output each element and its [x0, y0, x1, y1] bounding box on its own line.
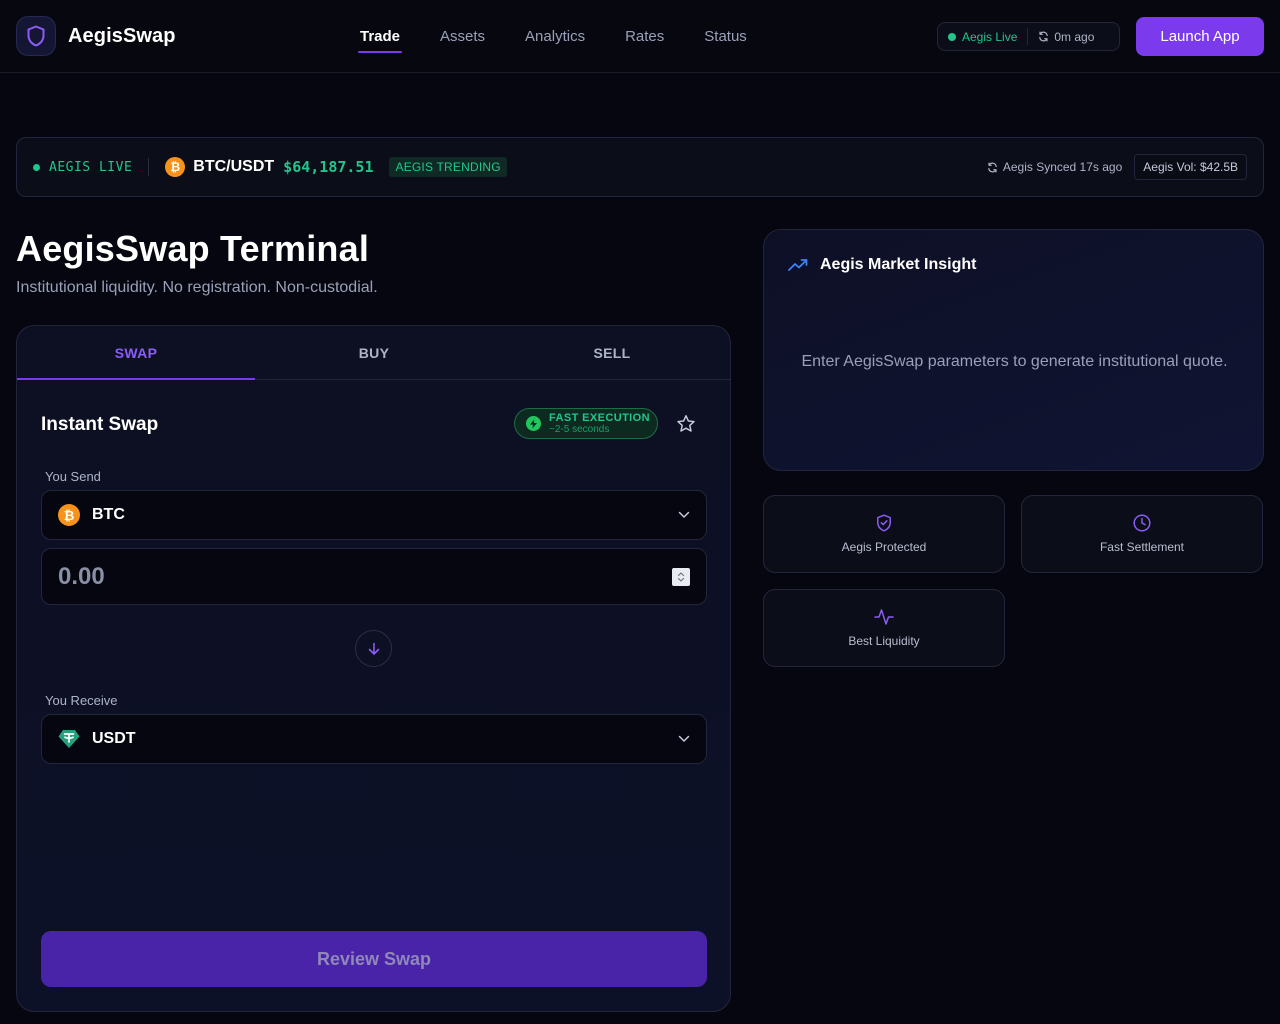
tab-buy[interactable]: BUY	[255, 326, 493, 379]
receive-asset-select[interactable]: USDT	[41, 714, 707, 764]
fast-execution-badge: FAST EXECUTION ~2-5 seconds	[514, 408, 658, 439]
clock-icon	[1133, 514, 1151, 532]
page-title: AegisSwap Terminal	[16, 228, 370, 269]
chevron-down-icon	[678, 511, 690, 518]
favorite-star-icon[interactable]	[676, 414, 696, 434]
fast-execution-sub: ~2-5 seconds	[549, 423, 610, 435]
feature-label: Aegis Protected	[841, 540, 927, 554]
receive-label: You Receive	[45, 693, 118, 708]
review-swap-button[interactable]: Review Swap	[41, 931, 707, 987]
feature-label: Best Liquidity	[848, 634, 920, 648]
refresh-icon	[1039, 31, 1049, 42]
swap-title: Instant Swap	[41, 414, 159, 435]
nav-link-assets[interactable]: Assets	[440, 22, 485, 51]
bitcoin-icon: ₿	[165, 157, 186, 177]
live-status-pill: Aegis Live 0m ago	[937, 22, 1120, 51]
volume-badge: Aegis Vol: $42.5B	[1134, 154, 1247, 180]
receive-asset-symbol: USDT	[92, 730, 136, 747]
swap-card: SWAP BUY SELL Instant Swap FAST EXECUTIO…	[16, 325, 731, 1012]
trending-up-icon	[788, 259, 808, 271]
shield-check-icon	[877, 514, 891, 532]
fast-execution-title: FAST EXECUTION	[549, 411, 650, 424]
ticker-price: $64,187.51	[283, 158, 374, 176]
insight-title: Aegis Market Insight	[820, 256, 977, 273]
launch-app-button[interactable]: Launch App	[1136, 17, 1264, 56]
primary-nav: Trade Assets Analytics Rates Status	[357, 0, 787, 72]
arrow-down-icon	[368, 642, 379, 655]
live-dot-icon	[33, 163, 40, 171]
nav-link-trade[interactable]: Trade	[357, 22, 403, 53]
number-stepper[interactable]	[672, 567, 690, 586]
feature-label: Fast Settlement	[1099, 540, 1185, 554]
shield-logo-icon	[16, 16, 56, 56]
feature-aegis-protected: Aegis Protected	[763, 495, 1005, 573]
market-insight-card: Aegis Market Insight Enter AegisSwap par…	[763, 229, 1264, 471]
nav-link-status[interactable]: Status	[704, 22, 747, 51]
top-navigation: AegisSwap Trade Assets Analytics Rates S…	[0, 0, 1280, 73]
send-amount-field	[41, 548, 707, 605]
send-label: You Send	[45, 469, 101, 484]
trending-badge: AEGIS TRENDING	[389, 157, 507, 177]
activity-icon	[874, 609, 894, 625]
nav-link-rates[interactable]: Rates	[625, 22, 664, 51]
insight-placeholder: Enter AegisSwap parameters to generate i…	[801, 353, 1228, 370]
feature-fast-settlement: Fast Settlement	[1021, 495, 1263, 573]
send-asset-select[interactable]: ₿ BTC	[41, 490, 707, 540]
send-asset-symbol: BTC	[92, 506, 125, 523]
live-label: Aegis Live	[962, 29, 1018, 44]
tab-swap[interactable]: SWAP	[17, 326, 255, 380]
last-updated: 0m ago	[1054, 29, 1095, 44]
refresh-icon	[988, 162, 997, 172]
chevron-down-icon	[678, 735, 690, 742]
nav-link-analytics[interactable]: Analytics	[525, 22, 585, 51]
brand-name: AegisSwap	[68, 24, 176, 47]
sync-status: Aegis Synced 17s ago	[1002, 160, 1123, 174]
live-dot-icon	[948, 32, 956, 41]
ticker-live-label: AEGIS LIVE	[49, 159, 133, 175]
tether-icon	[58, 729, 80, 749]
page-subtitle: Institutional liquidity. No registration…	[16, 279, 378, 296]
send-amount-input[interactable]	[58, 562, 638, 591]
lightning-icon	[526, 416, 541, 431]
trade-tabs: SWAP BUY SELL	[17, 326, 730, 380]
tab-sell[interactable]: SELL	[493, 326, 730, 379]
ticker-pair: BTC/USDT	[193, 158, 275, 175]
feature-best-liquidity: Best Liquidity	[763, 589, 1005, 667]
bitcoin-icon: ₿	[58, 504, 80, 526]
market-ticker: AEGIS LIVE ₿ BTC/USDT $64,187.51 AEGIS T…	[16, 137, 1264, 197]
divider	[148, 158, 150, 176]
brand[interactable]: AegisSwap	[16, 16, 176, 56]
swap-direction-button[interactable]	[355, 630, 392, 667]
